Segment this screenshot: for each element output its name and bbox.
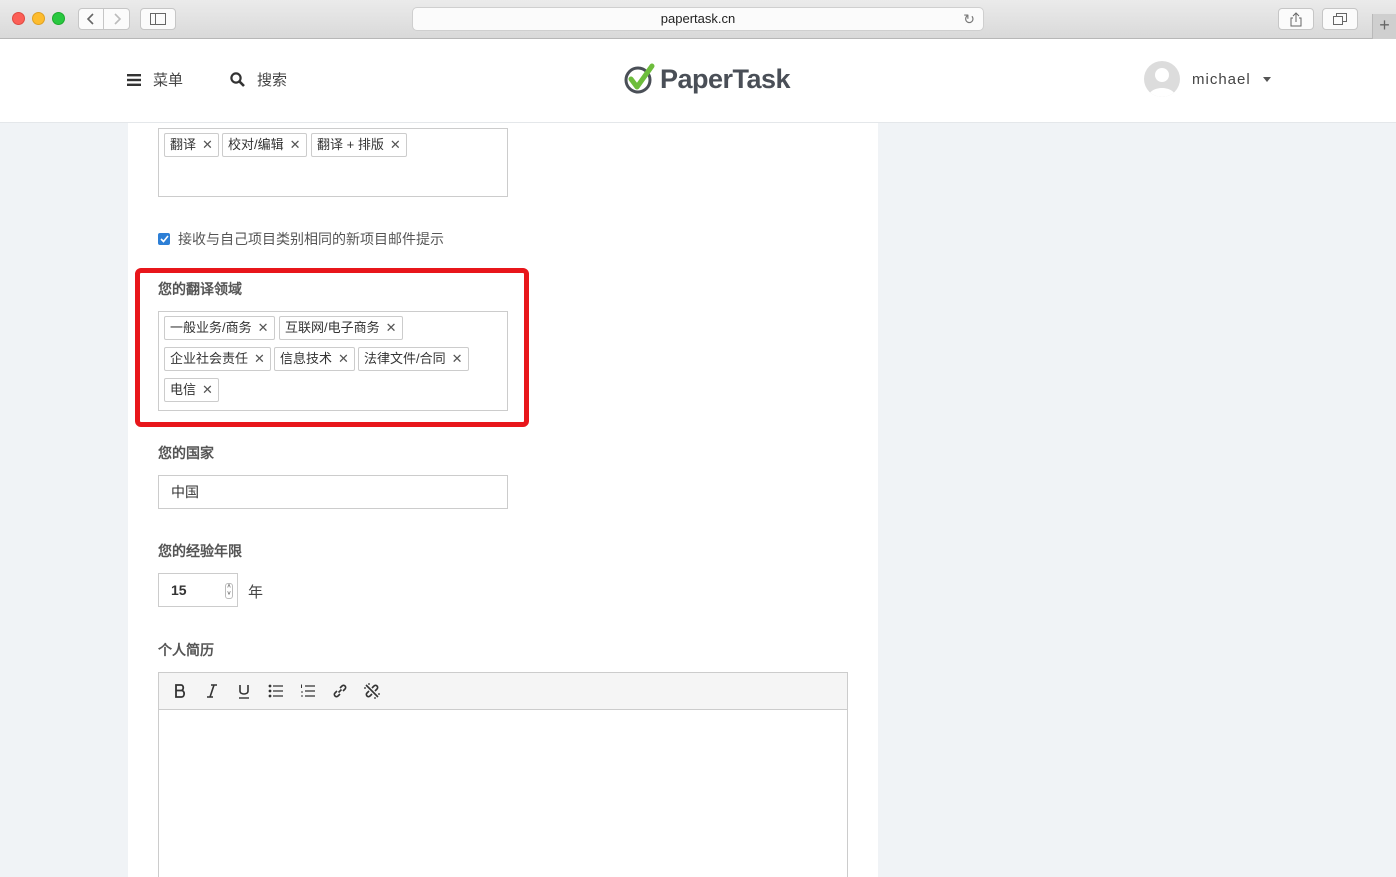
tag-label: 翻译 + 排版: [317, 137, 384, 152]
chevron-left-icon: [86, 13, 94, 25]
country-value: 中国: [171, 484, 199, 500]
menu-button[interactable]: 菜单: [127, 69, 183, 90]
tag-label: 一般业务/商务: [170, 320, 252, 335]
remove-tag-icon[interactable]: ✕: [254, 348, 265, 370]
notify-checkbox-row[interactable]: 接收与自己项目类别相同的新项目邮件提示: [158, 229, 444, 249]
numbered-list-icon: [301, 684, 315, 697]
resume-label: 个人简历: [158, 642, 214, 658]
sidebar-toggle-button[interactable]: [140, 8, 176, 30]
tag-chip: 信息技术 ✕: [274, 347, 355, 371]
tag-label: 互联网/电子商务: [285, 320, 380, 335]
search-icon: [230, 72, 245, 87]
search-label: 搜索: [257, 72, 288, 89]
tag-chip: 翻译 + 排版 ✕: [311, 133, 407, 157]
tabs-icon: [1333, 13, 1347, 25]
notify-checkbox[interactable]: [158, 233, 170, 245]
tag-label: 信息技术: [280, 351, 333, 366]
tag-chip: 电信 ✕: [164, 378, 219, 402]
sidebar-icon: [150, 13, 166, 25]
stepper-arrows-icon[interactable]: ˄ ˅: [225, 583, 233, 599]
address-bar[interactable]: papertask.cn ↻: [412, 7, 984, 31]
menu-label: 菜单: [153, 72, 184, 89]
tag-chip: 翻译 ✕: [164, 133, 219, 157]
tag-chip: 法律文件/合同 ✕: [358, 347, 469, 371]
project-type-tag-input[interactable]: 翻译 ✕ 校对/编辑 ✕ 翻译 + 排版 ✕: [158, 128, 508, 197]
share-icon: [1290, 11, 1302, 26]
remove-tag-icon[interactable]: ✕: [390, 134, 401, 156]
underline-button[interactable]: [235, 682, 253, 700]
notify-checkbox-label: 接收与自己项目类别相同的新项目邮件提示: [178, 231, 444, 247]
forward-button[interactable]: [104, 8, 130, 30]
user-menu[interactable]: michael: [1144, 61, 1271, 97]
hamburger-icon: [127, 73, 141, 86]
tag-chip: 互联网/电子商务 ✕: [279, 316, 403, 340]
remove-tag-icon[interactable]: ✕: [452, 348, 463, 370]
username: michael: [1192, 70, 1251, 88]
site-header: 菜单 搜索 PaperTask michael: [0, 39, 1396, 123]
share-button[interactable]: [1278, 8, 1314, 30]
show-tabs-button[interactable]: [1322, 8, 1358, 30]
translation-fields-tag-input[interactable]: 一般业务/商务 ✕ 互联网/电子商务 ✕ 企业社会责任 ✕ 信息技术 ✕ 法律文件/合同…: [158, 311, 508, 411]
underline-icon: [239, 684, 249, 699]
logo-text: PaperTask: [660, 63, 791, 94]
tag-chip: 企业社会责任 ✕: [164, 347, 271, 371]
tag-label: 电信: [170, 382, 197, 397]
bullet-list-icon: [268, 684, 283, 698]
check-icon: [159, 235, 169, 243]
user-silhouette-icon: [1148, 68, 1176, 97]
bullet-list-button[interactable]: [267, 682, 285, 700]
window-maximize-button[interactable]: [52, 12, 65, 25]
window-minimize-button[interactable]: [32, 12, 45, 25]
caret-down-icon: [1262, 76, 1271, 82]
plus-icon: +: [1379, 15, 1390, 35]
papertask-logo[interactable]: PaperTask: [624, 63, 791, 95]
translation-fields-label: 您的翻译领域: [158, 281, 242, 297]
country-label: 您的国家: [158, 445, 214, 461]
tag-chip: 校对/编辑 ✕: [222, 133, 307, 157]
window-close-button[interactable]: [12, 12, 25, 25]
search-button[interactable]: 搜索: [230, 69, 287, 90]
experience-value: 15: [171, 582, 187, 598]
tag-label: 翻译: [170, 137, 197, 152]
remove-tag-icon[interactable]: ✕: [202, 379, 213, 401]
remove-tag-icon[interactable]: ✕: [290, 134, 301, 156]
back-button[interactable]: [78, 8, 104, 30]
experience-label: 您的经验年限: [158, 543, 242, 559]
tag-label: 法律文件/合同: [364, 351, 446, 366]
remove-tag-icon[interactable]: ✕: [202, 134, 213, 156]
remove-tag-icon[interactable]: ✕: [386, 317, 397, 339]
remove-link-button[interactable]: [363, 682, 381, 700]
remove-tag-icon[interactable]: ✕: [338, 348, 349, 370]
bold-button[interactable]: [171, 682, 189, 700]
experience-years-stepper[interactable]: 15 ˄ ˅: [158, 573, 238, 607]
insert-link-button[interactable]: [331, 682, 349, 700]
chevron-right-icon: [113, 13, 121, 25]
reload-icon[interactable]: ↻: [963, 8, 975, 30]
italic-icon: [207, 684, 217, 698]
url-text: papertask.cn: [660, 11, 736, 26]
new-tab-button[interactable]: +: [1372, 14, 1396, 39]
experience-unit: 年: [248, 584, 264, 601]
resume-rich-text-editor[interactable]: [158, 672, 848, 877]
bold-icon: [175, 684, 186, 698]
country-input[interactable]: 中国: [158, 475, 508, 509]
numbered-list-button[interactable]: [299, 682, 317, 700]
italic-button[interactable]: [203, 682, 221, 700]
remove-tag-icon[interactable]: ✕: [258, 317, 269, 339]
link-icon: [333, 684, 347, 698]
tag-chip: 一般业务/商务 ✕: [164, 316, 275, 340]
tag-label: 企业社会责任: [170, 351, 249, 366]
avatar: [1144, 61, 1180, 97]
unlink-icon: [364, 683, 380, 699]
browser-toolbar: papertask.cn ↻ +: [0, 0, 1396, 39]
checkmark-logo-icon: [624, 63, 655, 94]
tag-label: 校对/编辑: [228, 137, 284, 152]
editor-toolbar: [159, 673, 847, 710]
